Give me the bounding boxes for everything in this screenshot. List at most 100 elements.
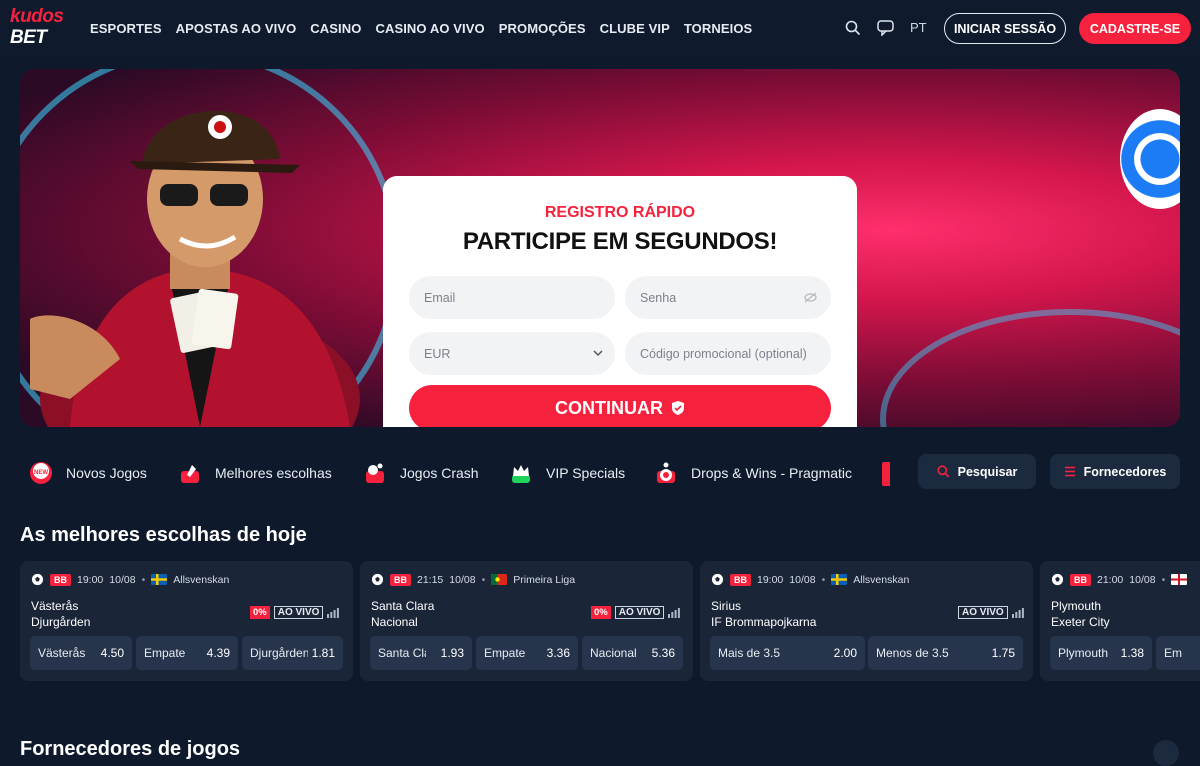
promo-code-field[interactable]: Código promocional (optional) [625,332,831,375]
nav-casino-ao-vivo[interactable]: CASINO AO VIVO [375,21,484,36]
nav-esportes[interactable]: ESPORTES [90,21,162,36]
nav-clube-vip[interactable]: CLUBE VIP [600,21,670,36]
odds-value: 5.36 [651,646,675,660]
category-melhores-escolhas[interactable]: Melhores escolhas [177,458,332,488]
portugal-flag-icon [491,574,508,585]
drops-icon [653,460,679,486]
odds-button[interactable]: Mais de 3.5 2.00 [710,636,865,670]
stats-icon[interactable] [327,607,340,618]
rocket-icon [177,460,203,486]
live-badge: AO VIVO [614,606,665,619]
odds-value: 3.36 [546,646,570,660]
odds-label: Menos de 3.5 [876,646,949,660]
bb-badge: BB [50,573,71,586]
match-time: 19:00 [757,573,784,586]
odds-button[interactable]: Västerås 4.50 [30,636,132,670]
match-date: 10/08 [789,573,816,586]
search-icon[interactable] [843,18,863,38]
odds-label: Plymouth [1058,646,1109,660]
match-date: 10/08 [1129,573,1156,586]
logo-text-bottom: BET [10,27,47,48]
odds-button[interactable]: Santa Clara 1.93 [370,636,472,670]
signup-button[interactable]: CADASTRE-SE [1079,13,1191,44]
match-time: 19:00 [77,573,104,586]
email-field[interactable]: Email [409,276,615,319]
odds-button[interactable]: Nacional 5.36 [582,636,683,670]
hero-banner: REGISTRO RÁPIDO PARTICIPE EM SEGUNDOS! E… [20,69,1180,427]
odds-button[interactable]: Empate 4.39 [136,636,238,670]
search-games-button[interactable]: Pesquisar [918,454,1036,489]
currency-value: EUR [424,346,451,361]
top-header: kudos BET ESPORTES APOSTAS AO VIVO CASIN… [0,0,1200,56]
odds-button[interactable]: Plymouth 1.38 [1050,636,1152,670]
soccer-ball-icon [371,573,384,586]
match-time: 21:15 [417,573,444,586]
soccer-ball-icon [1051,573,1064,586]
nav-apostas-ao-vivo[interactable]: APOSTAS AO VIVO [176,21,297,36]
match-card[interactable]: BB 21:00 10/08 • Plymouth Exeter City Ply… [1040,561,1200,681]
away-team: Exeter City [1051,615,1110,629]
list-icon [1064,466,1075,477]
odds-button[interactable]: Djurgården 1.81 [242,636,343,670]
match-card[interactable]: BB 19:00 10/08 • Allsvenskan Sirius IF Br… [700,561,1033,681]
category-novos-jogos[interactable]: NEW Novos Jogos [28,458,147,488]
crash-icon [362,460,388,486]
continue-label: CONTINUAR [555,397,663,418]
nav-torneios[interactable]: TORNEIOS [684,21,752,36]
scroll-arrow-button[interactable] [1153,740,1179,766]
quick-register-form: REGISTRO RÁPIDO PARTICIPE EM SEGUNDOS! E… [383,176,857,427]
language-selector[interactable]: PT [910,20,927,35]
casino-chip-decoration [1120,109,1180,209]
form-title: PARTICIPE EM SEGUNDOS! [462,228,778,255]
kudosbet-logo[interactable]: kudos BET [10,6,78,48]
category-jogos-crash[interactable]: Jogos Crash [362,458,479,488]
match-date: 10/08 [109,573,136,586]
category-drops-wins[interactable]: Drops & Wins - Pragmatic [653,458,852,488]
category-vip-specials[interactable]: VIP Specials [508,458,625,488]
live-badge: AO VIVO [958,606,1008,619]
odds-button[interactable]: Menos de 3.5 1.75 [868,636,1023,670]
stats-icon[interactable] [668,607,681,618]
continue-button[interactable]: CONTINUAR [409,385,831,427]
odds-label: Santa Clara [378,646,426,660]
bb-badge: BB [390,573,411,586]
odds-button[interactable]: Empate 3.36 [476,636,578,670]
crown-icon [508,460,534,486]
providers-button[interactable]: Fornecedores [1050,454,1180,489]
eye-off-icon[interactable] [804,292,817,303]
odds-value: 4.50 [100,646,124,660]
percent-badge: 0% [250,606,270,619]
odds-value: 1.93 [440,646,464,660]
section-title: As melhores escolhas de hoje [20,524,307,546]
odds-label: Djurgården [250,646,308,660]
email-placeholder: Email [424,290,456,305]
chat-icon[interactable] [875,18,895,38]
home-team: Plymouth [1051,599,1102,613]
soccer-ball-icon [31,573,44,586]
home-team: Västerås [31,599,79,613]
sweden-flag-icon [831,574,848,585]
currency-select[interactable]: EUR [409,332,615,375]
category-label: Novos Jogos [66,465,147,481]
main-nav: ESPORTES APOSTAS AO VIVO CASINO CASINO A… [90,0,766,56]
password-field[interactable]: Senha [625,276,831,319]
shield-check-icon [672,401,684,415]
nav-casino[interactable]: CASINO [310,21,361,36]
match-card[interactable]: BB 21:15 10/08 • Primeira Liga Santa Cla… [360,561,693,681]
search-icon [937,465,949,478]
away-team: Djurgården [31,615,91,629]
match-date: 10/08 [449,573,476,586]
away-team: IF Brommapojkarna [711,615,817,629]
match-card[interactable]: BB 19:00 10/08 • Allsvenskan Västerås Dju… [20,561,353,681]
category-label: VIP Specials [546,465,626,481]
bb-badge: BB [1070,573,1091,586]
odds-button[interactable]: Em [1156,636,1200,670]
login-button[interactable]: INICIAR SESSÃO [944,13,1066,44]
nav-promocoes[interactable]: PROMOÇÕES [499,21,586,36]
promo-placeholder: Código promocional (optional) [640,346,807,361]
stats-icon[interactable] [1011,607,1024,618]
bb-badge: BB [730,573,751,586]
league-name: Allsvenskan [853,573,910,586]
logo-text-top: kudos [10,6,64,27]
home-team: Sirius [711,599,742,613]
